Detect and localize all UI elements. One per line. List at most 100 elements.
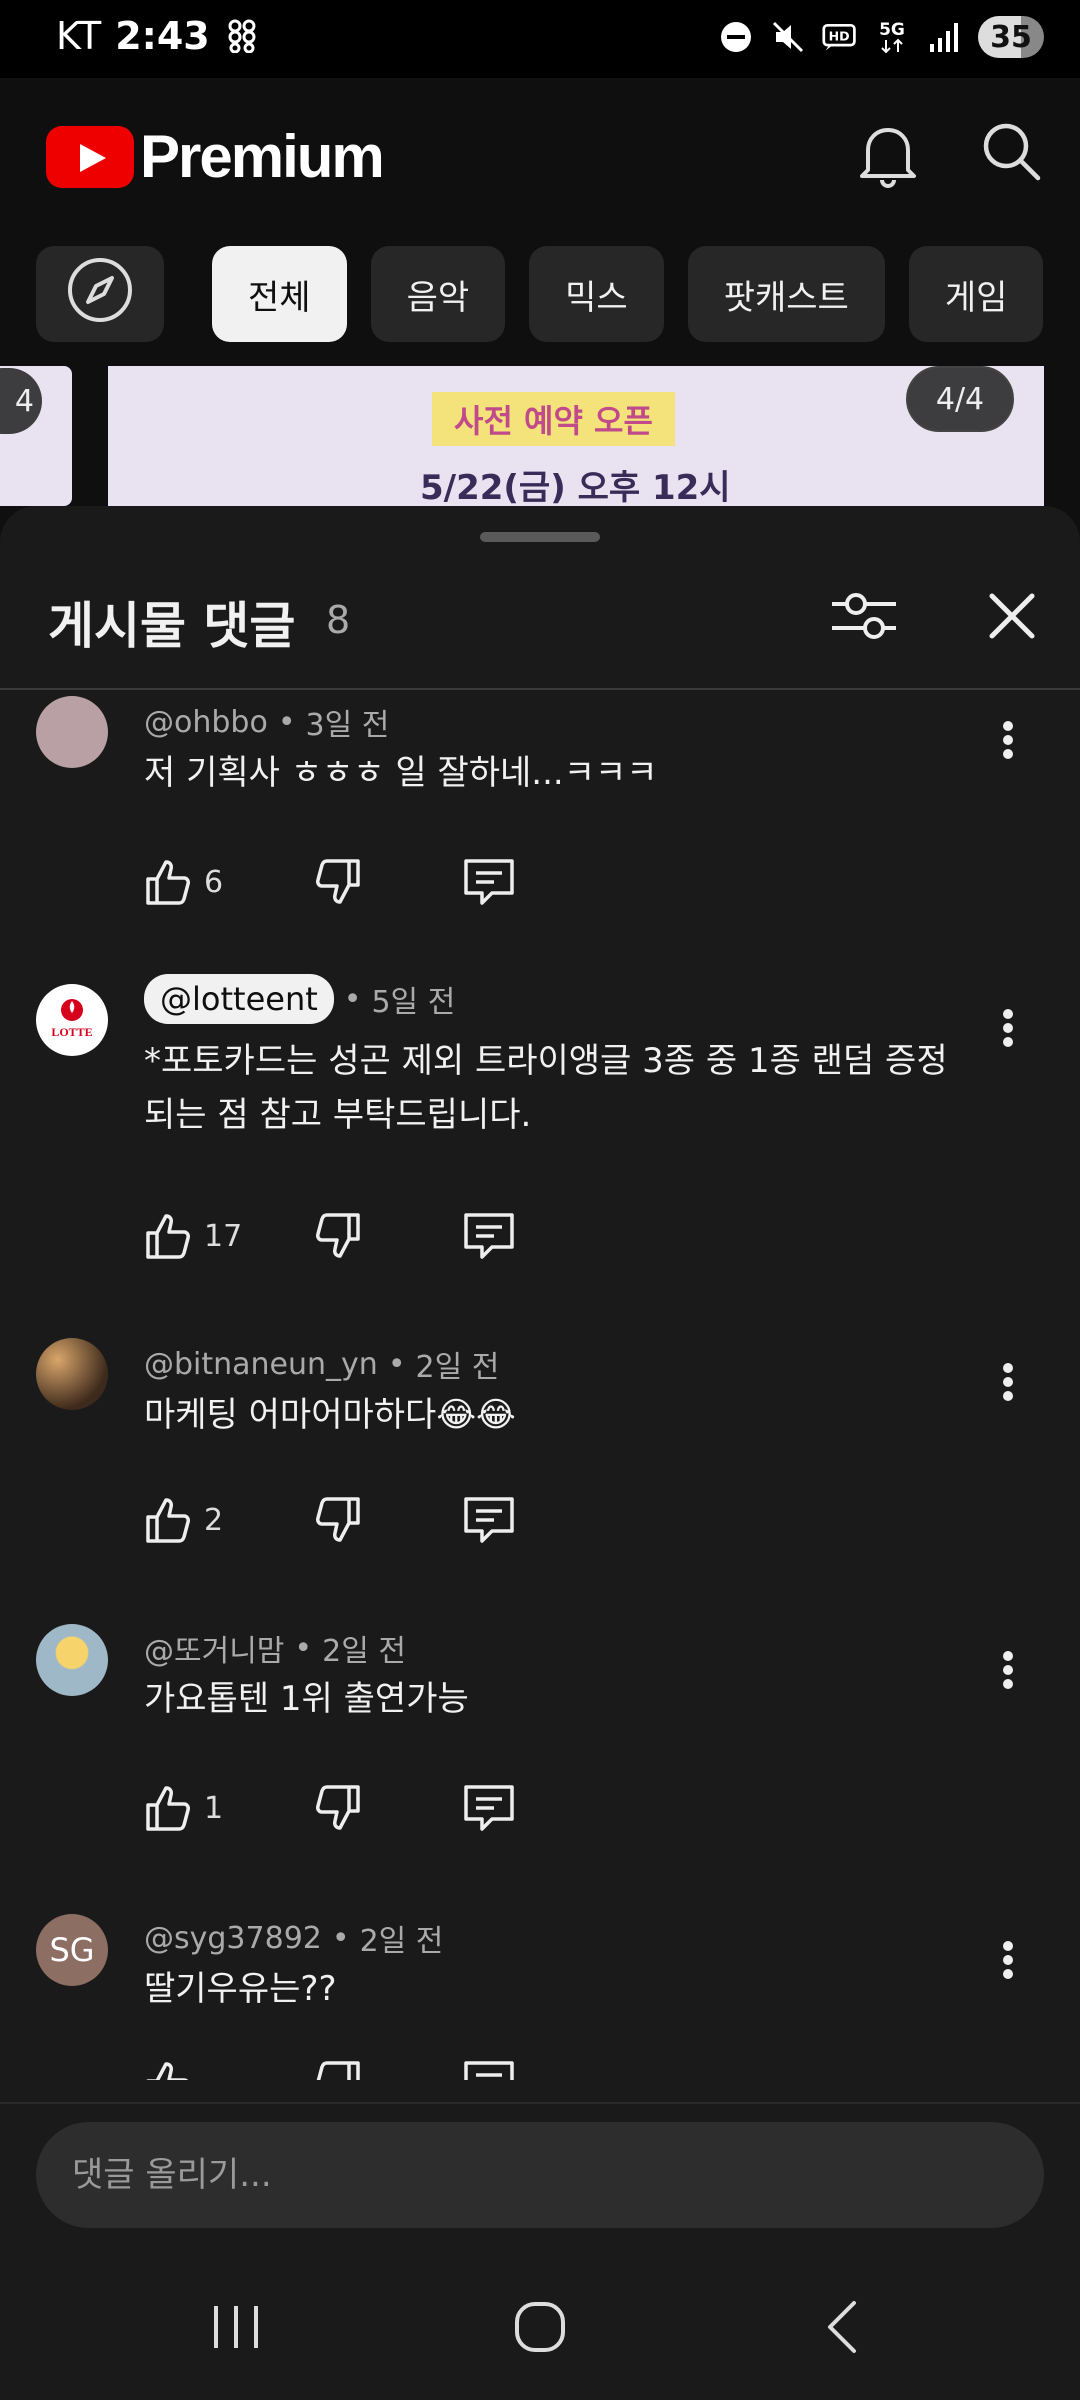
- chip-all[interactable]: 전체: [212, 246, 347, 342]
- chip-mix[interactable]: 믹스: [529, 246, 664, 342]
- reply-button[interactable]: [462, 1495, 516, 1545]
- comment-actions: 6: [144, 854, 516, 910]
- avatar[interactable]: [36, 1624, 108, 1696]
- brand-label: Premium: [140, 123, 385, 190]
- comment-meta: @ohbbo • 3일 전: [144, 700, 389, 744]
- more-options-icon[interactable]: [990, 710, 1026, 770]
- comment-text: 가요톱텐 1위 출연가능: [144, 1679, 469, 1719]
- chip-gaming[interactable]: 게임: [908, 246, 1044, 342]
- comment-item: LOTTE @lotteent • 5일 전 *포토카드는 성곤 제외 트라이앵…: [0, 970, 1080, 1330]
- comment-meta: @또거니맘 • 2일 전: [144, 1626, 406, 1670]
- comment-time: 2일 전: [415, 1350, 500, 1385]
- comment-time: 3일 전: [305, 708, 390, 743]
- dislike-button[interactable]: [312, 1211, 462, 1261]
- status-bar: KT 2:43 HD 5G 35: [0, 0, 1080, 78]
- avatar[interactable]: SG: [36, 1914, 108, 1986]
- more-options-icon[interactable]: [990, 1640, 1026, 1700]
- dislike-button[interactable]: [312, 2059, 462, 2080]
- like-button[interactable]: 17: [144, 1211, 312, 1261]
- comment-item: @또거니맘 • 2일 전 가요톱텐 1위 출연가능 1: [0, 1620, 1080, 1910]
- more-options-icon[interactable]: [990, 1352, 1026, 1412]
- header-actions: [854, 118, 1044, 194]
- comment-author[interactable]: @lotteent: [144, 974, 334, 1024]
- thumbs-up-icon: [146, 1786, 190, 1831]
- comment-input[interactable]: [72, 2122, 1012, 2228]
- like-count: 2: [204, 1502, 224, 1538]
- comment-text: 저 기획사 ㅎㅎㅎ 일 잘하네...ㅋㅋㅋ: [144, 753, 658, 793]
- thumbs-down-icon: [316, 1785, 360, 1830]
- thumbs-up-icon: [146, 1214, 190, 1259]
- battery-indicator: 35: [978, 16, 1044, 58]
- reply-button[interactable]: [462, 1783, 516, 1833]
- status-right: HD 5G 35: [718, 16, 1044, 58]
- drag-handle[interactable]: [480, 532, 600, 542]
- like-count: 6: [204, 864, 224, 900]
- app-header: Premium: [0, 78, 1080, 228]
- sort-filter-icon[interactable]: [828, 584, 900, 648]
- thumbs-down-icon: [316, 1213, 360, 1258]
- reply-button[interactable]: [462, 2059, 516, 2080]
- like-count: 1: [204, 1790, 224, 1826]
- comment-item: @ohbbo • 3일 전 저 기획사 ㅎㅎㅎ 일 잘하네...ㅋㅋㅋ 6: [0, 690, 1080, 970]
- comment-author[interactable]: @syg37892: [144, 1921, 322, 1956]
- chip-music[interactable]: 음악: [370, 246, 506, 342]
- like-count: 17: [204, 1218, 243, 1254]
- banner-headline: 사전 예약 오픈: [432, 392, 675, 446]
- 5g-icon: 5G: [874, 19, 910, 55]
- reply-comment-icon: [464, 1785, 514, 1831]
- separator-dot: •: [387, 1346, 406, 1382]
- sheet-header: 게시물 댓글 8: [0, 566, 1080, 674]
- more-options-icon[interactable]: [990, 998, 1026, 1058]
- signal-icon: [926, 19, 962, 55]
- like-button[interactable]: [144, 2059, 312, 2080]
- comment-item: @bitnaneun_yn • 2일 전 마케팅 어마어마하다😂😂 2: [0, 1330, 1080, 1620]
- search-icon[interactable]: [978, 118, 1044, 194]
- comment-meta: @bitnaneun_yn • 2일 전: [144, 1342, 499, 1386]
- dislike-button[interactable]: [312, 857, 462, 907]
- like-button[interactable]: 1: [144, 1783, 312, 1833]
- separator-dot: •: [343, 981, 362, 1017]
- explore-chip[interactable]: [36, 246, 164, 342]
- comment-actions: [144, 2056, 516, 2080]
- reply-comment-icon: [464, 2061, 514, 2080]
- dislike-button[interactable]: [312, 1495, 462, 1545]
- category-chips: 전체 음악 믹스 팟캐스트 게임: [36, 246, 1080, 344]
- thumbs-down-icon: [316, 2061, 360, 2080]
- like-button[interactable]: 6: [144, 857, 312, 907]
- chip-podcast[interactable]: 팟캐스트: [687, 246, 885, 342]
- more-options-icon[interactable]: [990, 1930, 1026, 1990]
- dislike-button[interactable]: [312, 1783, 462, 1833]
- thumbs-up-icon: [146, 860, 190, 905]
- avatar[interactable]: [36, 696, 108, 768]
- reply-button[interactable]: [462, 857, 516, 907]
- comment-count: 8: [326, 598, 351, 642]
- like-button[interactable]: 2: [144, 1495, 312, 1545]
- comment-author[interactable]: @bitnaneun_yn: [144, 1347, 378, 1382]
- svg-text:5G: 5G: [879, 20, 905, 40]
- avatar-initials: SG: [49, 1931, 95, 1969]
- lotte-logo-icon: LOTTE: [51, 999, 93, 1039]
- post-image-banner[interactable]: 사전 예약 오픈 5/22(금) 오후 12시: [108, 366, 1044, 506]
- comment-author[interactable]: @또거니맘: [144, 1626, 284, 1670]
- avatar[interactable]: [36, 1338, 108, 1410]
- recent-apps-icon[interactable]: [186, 2282, 286, 2372]
- avatar[interactable]: LOTTE: [36, 984, 108, 1056]
- reply-comment-icon: [464, 859, 514, 905]
- svg-text:LOTTE: LOTTE: [51, 1025, 92, 1039]
- do-not-disturb-icon: [718, 19, 754, 55]
- comment-composer[interactable]: [36, 2122, 1044, 2228]
- comment-actions: 2: [144, 1492, 516, 1548]
- close-icon[interactable]: [980, 584, 1044, 648]
- back-icon[interactable]: [792, 2282, 892, 2372]
- notifications-bell-icon[interactable]: [854, 118, 922, 194]
- comment-meta: @syg37892 • 2일 전: [144, 1916, 443, 1960]
- youtube-premium-logo[interactable]: Premium: [46, 122, 385, 191]
- comment-author[interactable]: @ohbbo: [144, 705, 268, 740]
- home-icon[interactable]: [490, 2282, 590, 2372]
- comment-text: 딸기우유는??: [144, 1969, 337, 2009]
- reply-button[interactable]: [462, 1211, 516, 1261]
- comment-actions: 17: [144, 1208, 516, 1264]
- youtube-play-logo-icon: [46, 125, 134, 188]
- comment-composer-bar: [0, 2102, 1080, 2252]
- carrier-label: KT: [56, 14, 102, 58]
